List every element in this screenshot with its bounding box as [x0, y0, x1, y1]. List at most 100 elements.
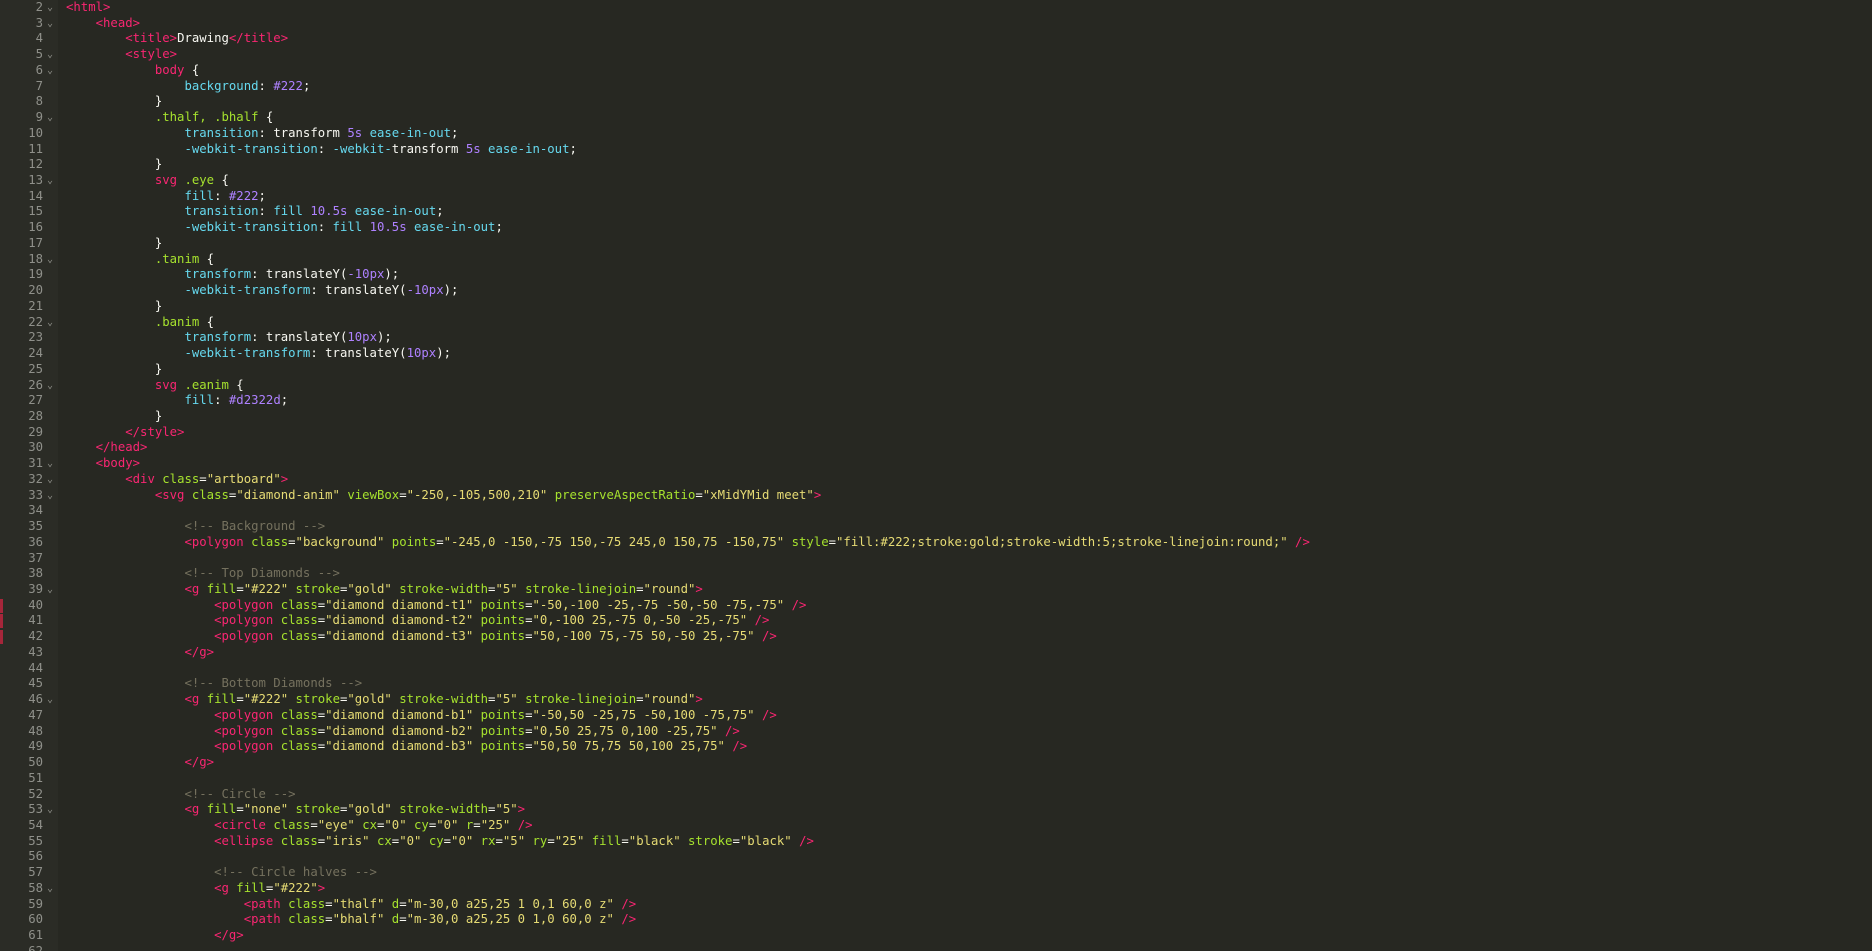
code-token: #222 [273, 79, 303, 93]
chevron-down-icon[interactable]: ⌄ [47, 881, 53, 896]
code-token: transition [184, 126, 259, 140]
chevron-down-icon[interactable]: ⌄ [47, 582, 53, 597]
code-token: <polygon [214, 598, 274, 612]
line-number: 50 [28, 755, 43, 769]
code-token: .banim [154, 315, 200, 329]
chevron-down-icon[interactable]: ⌄ [47, 315, 53, 330]
code-token: <ellipse [214, 834, 274, 848]
chevron-down-icon[interactable]: ⌄ [47, 16, 53, 31]
code-token: = [636, 692, 644, 706]
code-token: { [199, 315, 215, 329]
line-number: 34 [28, 503, 43, 517]
code-token: "-50,-100 -25,-75 -50,-50 -75,-75" [532, 598, 785, 612]
chevron-down-icon[interactable]: ⌄ [47, 378, 53, 393]
chevron-down-icon[interactable]: ⌄ [47, 173, 53, 188]
code-token: <title> [125, 31, 178, 45]
chevron-down-icon[interactable]: ⌄ [47, 456, 53, 471]
chevron-down-icon[interactable]: ⌄ [47, 802, 53, 817]
code-token: : [317, 142, 333, 156]
chevron-down-icon[interactable]: ⌄ [47, 488, 53, 503]
code-text: </style> [66, 425, 184, 440]
code-token: stroke-width [399, 802, 489, 816]
code-token: "black" [739, 834, 792, 848]
code-text: svg .eye { [66, 173, 229, 188]
code-text: } [66, 157, 162, 172]
code-token: background [184, 79, 259, 93]
chevron-down-icon[interactable]: ⌄ [47, 252, 53, 267]
line-number: 9 [35, 110, 43, 124]
code-token: } [66, 157, 163, 171]
code-token: = [199, 472, 207, 486]
chevron-down-icon[interactable]: ⌄ [47, 47, 53, 62]
code-token: class [280, 598, 318, 612]
code-token: class [280, 834, 318, 848]
code-token: /> [517, 818, 533, 832]
code-token: fill [591, 834, 622, 848]
line-number: 6 [35, 63, 43, 77]
code-text: <!-- Top Diamonds --> [66, 566, 339, 581]
chevron-down-icon[interactable]: ⌄ [47, 0, 53, 15]
code-token: .tanim [154, 252, 200, 266]
code-token: fill [184, 393, 215, 407]
code-token: = [288, 535, 296, 549]
line-number: 12 [28, 157, 43, 171]
code-token: class [280, 629, 318, 643]
chevron-down-icon[interactable]: ⌄ [47, 692, 53, 707]
line-number: 31 [28, 456, 43, 470]
code-token: "iris" [325, 834, 370, 848]
code-token: points [480, 629, 526, 643]
code-token: "round" [643, 582, 696, 596]
code-token: <polygon [184, 535, 244, 549]
code-token: ); [384, 267, 400, 281]
code-token: cy [428, 834, 444, 848]
code-token: = [236, 582, 244, 596]
code-token: "diamond diamond-b2" [325, 724, 474, 738]
code-token: { [258, 110, 274, 124]
code-token: points [480, 613, 526, 627]
code-token: "diamond diamond-b3" [325, 739, 474, 753]
line-number: 51 [28, 771, 43, 785]
code-text: <g fill="none" stroke="gold" stroke-widt… [66, 802, 525, 817]
code-token: fill [184, 189, 215, 203]
code-token: /> [761, 629, 777, 643]
code-token: <div [125, 472, 155, 486]
chevron-down-icon[interactable]: ⌄ [47, 63, 53, 78]
code-token: stroke-width [399, 692, 489, 706]
code-token: ry [532, 834, 548, 848]
chevron-down-icon[interactable]: ⌄ [47, 110, 53, 125]
code-token: points [480, 598, 526, 612]
code-token: ); [443, 283, 459, 297]
code-token: /> [732, 739, 748, 753]
code-token: /> [754, 613, 770, 627]
code-token: 10.5s [369, 220, 407, 234]
code-editor[interactable]: 2 ⌄ <html> 3 ⌄ <head> 4 <title>Drawing</title… [0, 0, 1872, 951]
line-number: 46 [28, 692, 43, 706]
line-number: 13 [28, 173, 43, 187]
code-token: = [695, 488, 703, 502]
line-number: 49 [28, 739, 43, 753]
code-text: body { [66, 63, 199, 78]
code-token: /> [799, 834, 814, 848]
code-token: class [288, 912, 326, 926]
code-token: #d2322d [228, 393, 281, 407]
chevron-down-icon[interactable]: ⌄ [47, 472, 53, 487]
code-token: = [436, 535, 444, 549]
